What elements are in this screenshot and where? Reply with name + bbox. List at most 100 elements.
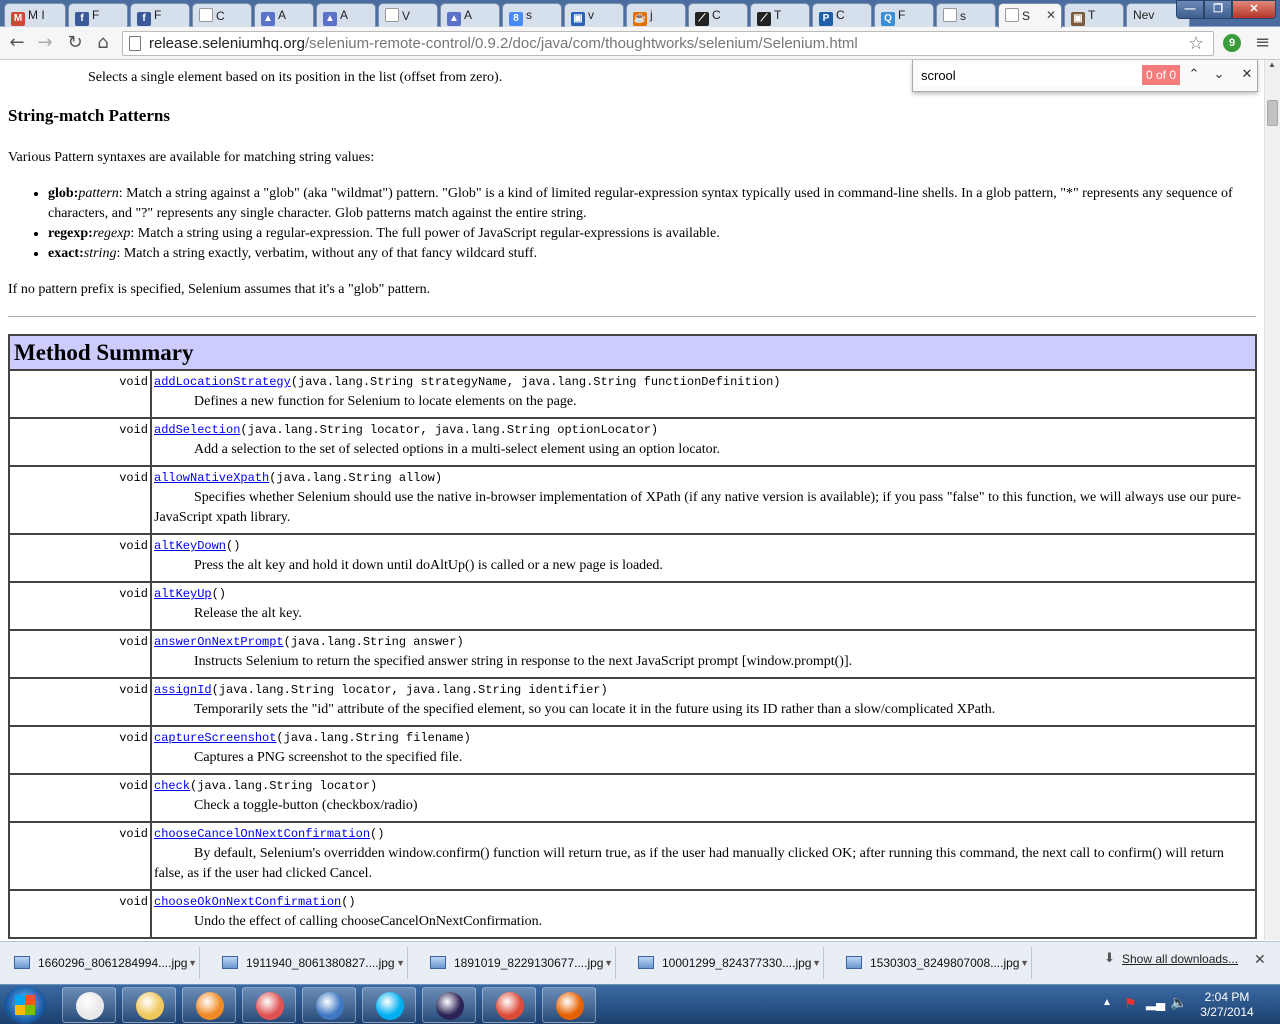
method-link[interactable]: altKeyUp [154,587,212,601]
taskbar-button[interactable] [482,987,536,1023]
download-item[interactable]: 1911940_8061380827....jpg ▼ [208,947,408,979]
home-icon[interactable]: ⌂ [92,32,114,54]
browser-tab[interactable]: ▲ A [440,3,500,27]
table-title: Method Summary [8,334,1257,371]
menu-icon[interactable]: ≡ [1255,32,1270,53]
scroll-up-arrow-icon[interactable]: ▲ [1268,60,1276,69]
method-link[interactable]: allowNativeXpath [154,471,269,485]
browser-tab[interactable]: ⟋ T [750,3,810,27]
browser-tab[interactable]: ▲ A [254,3,314,27]
return-type: void [8,677,152,727]
chevron-up-icon[interactable]: ⌃ [1183,64,1205,86]
method-link[interactable]: addSelection [154,423,240,437]
tab-label: A [278,8,287,22]
reload-icon[interactable]: ↻ [64,32,86,54]
taskbar-button[interactable] [182,987,236,1023]
method-description: Temporarily sets the "id" attribute of t… [194,702,996,717]
gmail-icon: M [11,12,25,26]
taskbar-button[interactable] [62,987,116,1023]
taskbar-button[interactable] [122,987,176,1023]
method-signature: () [341,895,356,909]
method-link[interactable]: answerOnNextPrompt [154,635,284,649]
close-icon[interactable]: ✕ [1254,952,1266,968]
method-link[interactable]: chooseOkOnNextConfirmation [154,895,341,909]
find-input[interactable] [918,64,1143,86]
browser-tab[interactable]: ▣ T [1064,3,1124,27]
back-arrow-icon[interactable]: ← [6,32,28,54]
triangle-icon: ▲ [261,12,275,26]
browser-tab[interactable]: C [192,3,252,27]
maximize-button[interactable]: ❐ [1204,0,1232,19]
browser-tab[interactable]: 8s [502,3,562,27]
method-link[interactable]: assignId [154,683,212,697]
tab-label: C [836,8,845,22]
show-all-downloads-link[interactable]: Show all downloads... [1104,952,1238,966]
browser-tab[interactable]: ☕ j [626,3,686,27]
taskbar-button[interactable] [362,987,416,1023]
download-filename: 1911940_8061380827....jpg [246,956,395,970]
tab-active[interactable]: S ✕ [998,3,1062,28]
page-icon [1005,8,1019,22]
browser-tab[interactable]: V [378,3,438,27]
taskbar-button[interactable] [302,987,356,1023]
method-description: By default, Selenium's overridden window… [154,846,1224,881]
dropdown-arrow-icon[interactable]: ▼ [188,947,197,979]
start-button[interactable] [4,986,46,1024]
browser-tab[interactable]: MM I [4,3,66,27]
download-item[interactable]: 1891019_8229130677....jpg ▼ [416,947,616,979]
method-link[interactable]: chooseCancelOnNextConfirmation [154,827,370,841]
dropdown-arrow-icon[interactable]: ▼ [1020,947,1029,979]
taskbar-button[interactable] [542,987,596,1023]
list-item: exact:string: Match a string exactly, ve… [48,244,1248,264]
forward-arrow-icon[interactable]: → [34,32,56,54]
download-item[interactable]: 10001299_824377330....jpg ▼ [624,947,824,979]
browser-tab[interactable]: fF [68,3,128,27]
close-icon[interactable]: ✕ [1236,64,1258,86]
qa-icon: Q [881,12,895,26]
find-bar: 0 of 0 ⌃ ⌄ ✕ [912,60,1258,92]
clock[interactable]: 2:04 PM 3/27/2014 [1192,990,1262,1020]
extension-icon[interactable]: 9 [1223,34,1241,52]
action-center-icon[interactable]: ⚑ [1124,995,1137,1012]
network-icon[interactable]: ▂▄ [1146,995,1165,1011]
download-item[interactable]: 1530303_8249807008....jpg ▼ [832,947,1032,979]
vertical-scrollbar[interactable]: ▲ [1264,60,1280,940]
close-window-button[interactable]: ✕ [1232,0,1276,19]
scrollbar-thumb[interactable] [1267,100,1278,126]
minimize-button[interactable]: — [1176,0,1204,19]
volume-icon[interactable]: 🔈 [1170,994,1187,1011]
dark-logo-icon: ⟋ [695,12,709,26]
dropdown-arrow-icon[interactable]: ▼ [812,947,821,979]
method-link[interactable]: captureScreenshot [154,731,276,745]
download-item[interactable]: 1660296_8061284994....jpg ▼ [0,947,200,979]
browser-tab[interactable]: PC [812,3,872,27]
tab-label: A [464,8,473,22]
browser-tab[interactable]: s [936,3,996,27]
method-link[interactable]: altKeyDown [154,539,226,553]
dropdown-arrow-icon[interactable]: ▼ [396,947,405,979]
spreadsheet-app-icon [76,992,104,1020]
address-bar[interactable]: release.seleniumhq.org/selenium-remote-c… [122,31,1214,56]
browser-tab[interactable]: fF [130,3,190,27]
tray-arrow-icon[interactable]: ▲ [1102,997,1112,1008]
dropdown-arrow-icon[interactable]: ▼ [604,947,613,979]
browser-tab[interactable]: ▣ v [564,3,624,27]
page-icon [199,8,213,22]
method-description: Defines a new function for Selenium to l… [194,394,577,409]
close-tab-icon[interactable]: ✕ [1046,8,1056,22]
method-cell: answerOnNextPrompt(java.lang.String answ… [150,629,1257,679]
taskbar-button[interactable] [242,987,296,1023]
bookmark-star-icon[interactable]: ☆ [1188,33,1204,54]
tab-label: T [1088,8,1096,22]
method-link[interactable]: addLocationStrategy [154,375,291,389]
browser-tab[interactable]: ▲ A [316,3,376,27]
taskbar-button[interactable] [422,987,476,1023]
paragraph: If no pattern prefix is specified, Selen… [8,282,431,297]
browser-tab[interactable]: ⟋ C [688,3,748,27]
tab-label: Nev [1133,8,1155,22]
google-icon: 8 [509,12,523,26]
chevron-down-icon[interactable]: ⌄ [1208,64,1230,86]
browser-tab[interactable]: QF [874,3,934,27]
method-link[interactable]: check [154,779,190,793]
return-type: void [8,533,152,583]
